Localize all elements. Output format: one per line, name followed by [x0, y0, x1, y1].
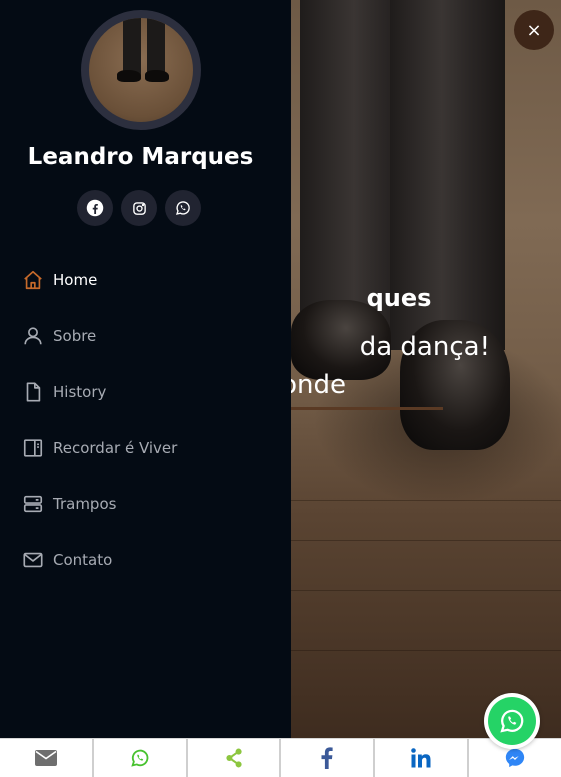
social-links — [77, 190, 201, 226]
nav-item-trampos[interactable]: Trampos — [0, 476, 291, 532]
server-icon — [22, 493, 44, 515]
nav-label: Trampos — [53, 495, 117, 513]
nav-label: Recordar é Viver — [53, 439, 178, 457]
share-bar — [0, 738, 561, 777]
share-whatsapp-button[interactable] — [94, 739, 188, 777]
nav-item-contato[interactable]: Contato — [0, 532, 291, 588]
messenger-icon — [505, 748, 525, 768]
facebook-button[interactable] — [77, 190, 113, 226]
share-generic-button[interactable] — [188, 739, 282, 777]
book-icon — [22, 437, 44, 459]
share-email-button[interactable] — [0, 739, 94, 777]
user-icon — [22, 325, 44, 347]
whatsapp-icon — [175, 201, 190, 215]
avatar — [81, 10, 201, 130]
nav-item-sobre[interactable]: Sobre — [0, 308, 291, 364]
file-icon — [22, 381, 44, 403]
sidebar: Leandro Marques Home Sobre History Recor… — [0, 0, 291, 738]
instagram-button[interactable] — [121, 190, 157, 226]
close-button[interactable]: × — [514, 10, 554, 50]
instagram-icon — [132, 201, 146, 215]
home-icon — [22, 269, 44, 291]
whatsapp-icon — [500, 709, 524, 733]
facebook-icon — [86, 199, 104, 217]
share-icon — [225, 748, 242, 768]
nav-label: Contato — [53, 551, 113, 569]
nav-label: Sobre — [53, 327, 97, 345]
nav-item-history[interactable]: History — [0, 364, 291, 420]
whatsapp-icon — [131, 749, 149, 767]
whatsapp-float-button[interactable] — [484, 693, 540, 749]
close-icon: × — [526, 19, 542, 41]
share-facebook-button[interactable] — [281, 739, 376, 777]
nav-item-recordar[interactable]: Recordar é Viver — [0, 420, 291, 476]
nav-label: History — [53, 383, 107, 401]
share-linkedin-button[interactable] — [375, 739, 470, 777]
envelope-icon — [22, 549, 44, 571]
profile-name: Leandro Marques — [27, 144, 254, 170]
nav-item-home[interactable]: Home — [0, 252, 291, 308]
whatsapp-button[interactable] — [165, 190, 201, 226]
email-icon — [34, 750, 57, 766]
nav-label: Home — [53, 271, 98, 289]
facebook-icon — [321, 747, 334, 769]
linkedin-icon — [411, 748, 431, 768]
hero-underline — [291, 407, 443, 410]
main-nav: Home Sobre History Recordar é Viver Tram… — [0, 252, 291, 588]
